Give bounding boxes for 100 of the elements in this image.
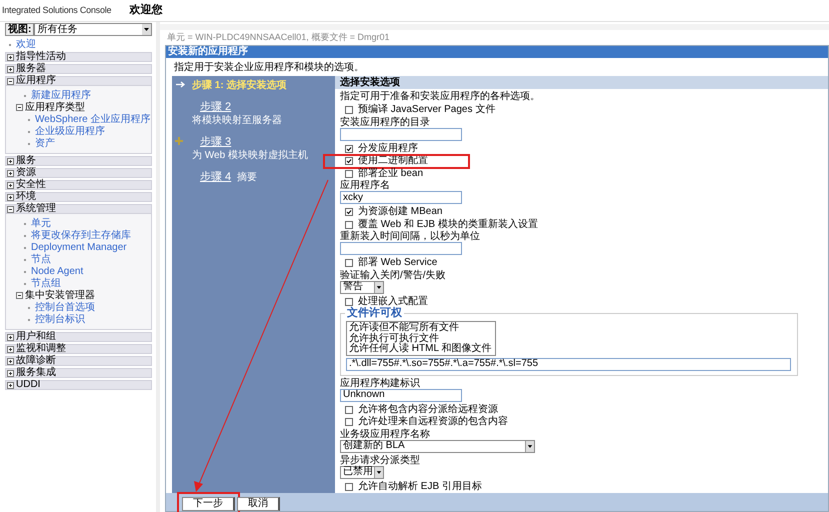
nav-group-header[interactable]: 系统管理 (5, 204, 152, 214)
nav-link[interactable]: Deployment Manager (31, 242, 127, 252)
nav-group-label: 指导性活动 (16, 52, 66, 62)
nav-link[interactable]: 将更改保存到主存储库 (31, 230, 131, 240)
dropdown-icon[interactable] (374, 282, 383, 292)
nav-group-label: 服务集成 (16, 368, 56, 378)
checkbox[interactable] (345, 298, 353, 306)
nav-group-header[interactable]: 资源 (5, 168, 152, 178)
expand-icon[interactable] (7, 334, 14, 340)
expand-icon[interactable] (7, 158, 14, 164)
nav-link[interactable]: 节点组 (31, 278, 61, 288)
expand-icon[interactable] (7, 66, 14, 72)
expand-icon[interactable] (7, 382, 14, 388)
nav-group-label: 监视和调整 (16, 344, 66, 354)
collapse-icon[interactable] (7, 206, 14, 212)
checkbox-label: 部署企业 bean (358, 168, 424, 179)
nav-link[interactable]: 欢迎 (16, 40, 36, 50)
collapse-icon[interactable] (16, 292, 23, 299)
input-field[interactable]: .*\.dll=755#.*\.so=755#.*\.a=755#.*\.sl=755 (346, 358, 791, 370)
checkbox-label: 分发应用程序 (358, 144, 418, 154)
collapse-icon[interactable] (16, 104, 23, 111)
checkbox[interactable] (345, 259, 353, 268)
nav-group-header[interactable]: 监视和调整 (5, 344, 152, 354)
nav-group-header[interactable]: 应用程序 (5, 76, 152, 86)
expand-icon[interactable] (7, 182, 14, 188)
checkbox-label: 允许将包含内容分派给远程资源 (358, 404, 498, 415)
nav-link[interactable]: 资产 (35, 138, 55, 148)
checkbox[interactable] (345, 144, 353, 153)
input-field[interactable]: xcky (340, 191, 462, 204)
form-description: 指定可用于准备和安装应用程序的各种选项。 (340, 92, 541, 104)
checkbox-label: 预编译 JavaServer Pages 文件 (358, 105, 496, 116)
dropdown-icon[interactable] (374, 466, 383, 478)
nav-link[interactable]: 新建应用程序 (31, 90, 91, 100)
expand-icon[interactable] (7, 346, 14, 352)
view-select[interactable]: 所有任务 (34, 23, 152, 36)
nav-link[interactable]: Node Agent (31, 266, 84, 276)
nav-group-label: UDDI (16, 380, 40, 390)
list-option[interactable]: 允许任何人读 HTML 和图像文件 (349, 344, 493, 354)
nav-group-header[interactable]: 用户和组 (5, 332, 152, 342)
dropdown[interactable]: 警告 (340, 280, 384, 294)
dropdown-icon[interactable] (525, 440, 534, 452)
step-description: 将模块映射至服务器 (192, 115, 282, 127)
button[interactable]: 取消 (237, 497, 280, 511)
input-field[interactable] (340, 242, 462, 255)
nav-group-label: 服务 (16, 156, 36, 166)
nav-group-header[interactable]: 安全性 (5, 180, 152, 190)
checkbox-label: 部署 Web Service (358, 258, 438, 268)
checkbox[interactable] (345, 220, 353, 229)
nav-link[interactable]: 企业级应用程序 (35, 126, 105, 136)
checkbox[interactable] (345, 170, 353, 178)
product-name: Integrated Solutions Console (2, 6, 112, 15)
nav-link[interactable]: 控制台首选项 (35, 302, 95, 312)
input-field[interactable]: Unknown (340, 388, 462, 402)
collapse-icon[interactable] (7, 78, 14, 84)
step-link[interactable]: 步骤 3 (192, 137, 232, 148)
nav-subgroup[interactable]: 集中安装管理器 (25, 290, 95, 300)
nav-group-header[interactable]: 环境 (5, 192, 152, 202)
input-field[interactable] (340, 128, 462, 140)
step-description: 为 Web 模块映射虚拟主机 (192, 150, 308, 162)
nav-group-header[interactable]: 服务 (5, 156, 152, 166)
field-label: 应用程序名 (340, 181, 391, 191)
list-box[interactable]: 允许读但不能写所有文件 允许执行可执行文件 允许任何人读 HTML 和图像文件 (346, 321, 496, 356)
nav-group-header[interactable]: 服务器 (5, 64, 152, 74)
nav-group-header[interactable]: 指导性活动 (5, 52, 152, 62)
nav-group-header[interactable]: 服务集成 (5, 368, 152, 378)
checkbox[interactable] (345, 418, 353, 426)
nav-link[interactable]: 控制台标识 (35, 314, 85, 324)
field-label: 业务级应用程序名称 (340, 430, 431, 440)
nav-group-header[interactable]: 故障诊断 (5, 356, 152, 366)
checkbox[interactable] (345, 406, 353, 414)
checkbox[interactable] (345, 482, 353, 491)
dropdown-icon[interactable] (142, 24, 151, 35)
expand-icon[interactable] (7, 170, 14, 176)
checkbox[interactable] (345, 208, 353, 216)
step-link[interactable]: 步骤 2 (192, 102, 232, 113)
expand-icon[interactable] (7, 358, 14, 364)
checkbox-label: 处理嵌入式配置 (358, 296, 428, 307)
checkbox[interactable] (345, 106, 353, 114)
nav-group-header[interactable]: UDDI (5, 380, 152, 390)
dropdown[interactable]: 创建新的 BLA (340, 440, 535, 452)
nav-subgroup[interactable]: 应用程序类型 (25, 102, 85, 112)
nav-group-label: 资源 (16, 168, 36, 178)
dropdown[interactable]: 已禁用 (340, 466, 384, 478)
expand-icon[interactable] (7, 194, 14, 200)
field-label: 异步请求分派类型 (340, 456, 421, 466)
nav-group-label: 环境 (16, 192, 36, 202)
panel-title-bar: 安装新的应用程序 (166, 46, 828, 58)
expand-icon[interactable] (7, 54, 14, 60)
list-option[interactable]: 允许读但不能写所有文件 (349, 323, 493, 334)
checkbox[interactable] (345, 157, 353, 166)
nav-link[interactable]: 单元 (31, 218, 51, 228)
list-option[interactable]: 允许执行可执行文件 (349, 334, 493, 344)
nav-link[interactable]: 节点 (31, 254, 51, 264)
field-label: 验证输入关闭/警告/失败 (340, 270, 447, 280)
nav-group-label: 故障诊断 (16, 356, 56, 366)
step-link[interactable]: 步骤 4 (192, 172, 232, 183)
nav-group-label: 系统管理 (16, 204, 56, 214)
expand-icon[interactable] (7, 370, 14, 376)
nav-link[interactable]: WebSphere 企业应用程序 (35, 114, 150, 124)
group-legend: 文件许可权 (345, 308, 404, 319)
